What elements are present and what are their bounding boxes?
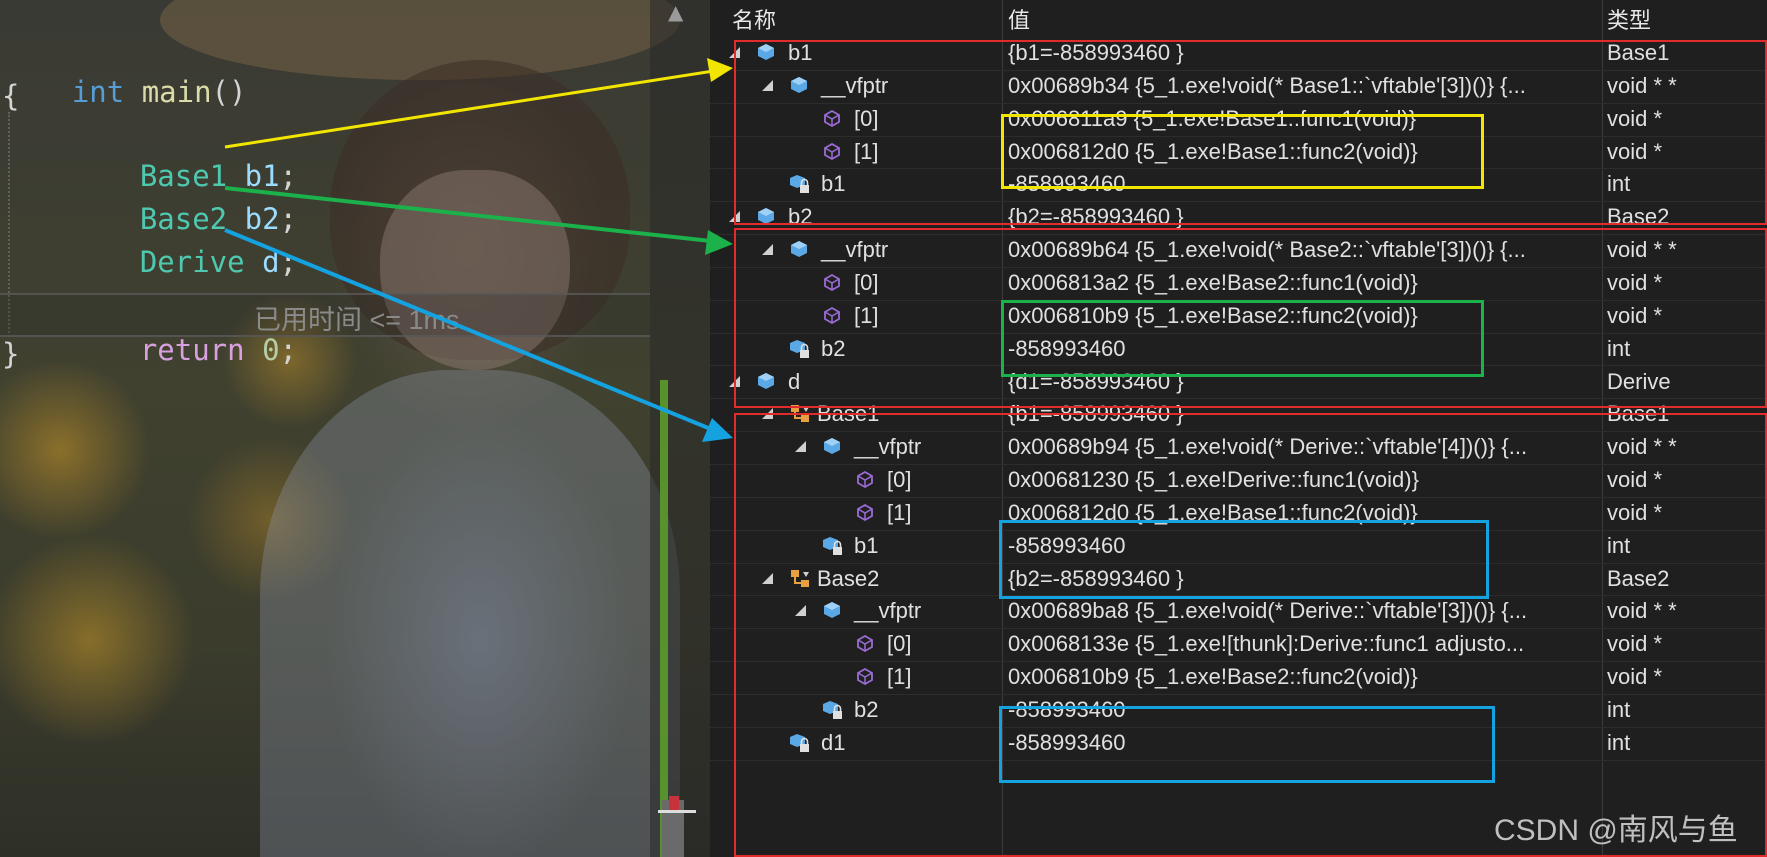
elapsed-time-hint: 已用时间 <= 1ms [254, 305, 460, 335]
background-dress-shape [260, 370, 680, 857]
scroll-caret-marker [658, 810, 696, 813]
column-header-name[interactable]: 名称 [732, 0, 776, 37]
background-face-shape [380, 170, 570, 370]
keyword-return: return [139, 333, 245, 367]
code-line-close-brace[interactable]: } [2, 336, 19, 372]
blue-frame-d-base1-vtable [999, 520, 1489, 599]
scroll-breakpoint-marker [669, 796, 679, 810]
code-editor: int main() { Base1 b1; Base2 b2; Derive … [0, 0, 710, 857]
var-d: d [262, 245, 280, 279]
return-value: 0 [262, 333, 280, 367]
semicolon: ; [279, 245, 298, 279]
green-frame-b2-vtable [1001, 300, 1484, 377]
blue-frame-d-base2-vtable [999, 706, 1495, 783]
code-line-open-brace[interactable]: { [2, 78, 19, 114]
locals-window: 名称 值 类型 b1 {b1=-858993460 } Base1 __vfptr 0x… [710, 0, 1767, 857]
main-parens: () [211, 75, 247, 109]
red-frame-d [734, 413, 1767, 857]
semicolon: ; [279, 333, 298, 367]
csdn-watermark: CSDN @南风与鱼 [1494, 814, 1738, 847]
scroll-up-icon[interactable]: ▲ [668, 0, 683, 24]
column-header-type[interactable]: 类型 [1607, 0, 1651, 37]
function-main: main [141, 75, 212, 109]
editor-scrollbar[interactable]: ▲ [650, 0, 710, 857]
keyword-int: int [71, 75, 125, 109]
yellow-frame-b1-vtable [1001, 114, 1484, 189]
scroll-change-marker [660, 380, 668, 857]
type-derive: Derive [139, 245, 245, 279]
column-header-value[interactable]: 值 [1008, 0, 1030, 37]
